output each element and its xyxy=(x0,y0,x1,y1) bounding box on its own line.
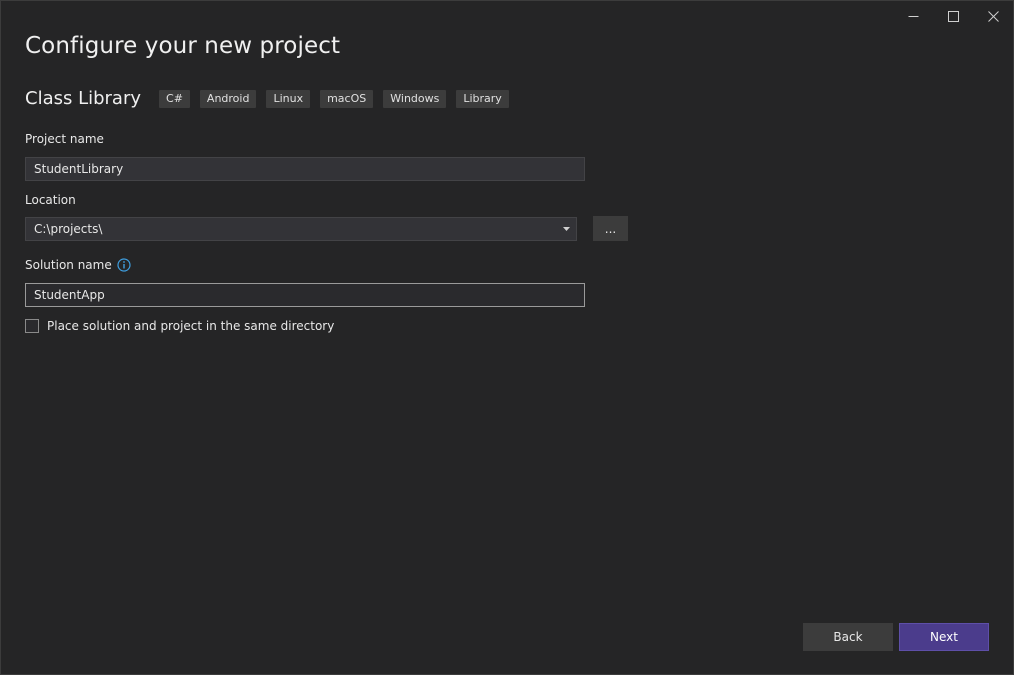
page-title: Configure your new project xyxy=(25,33,341,59)
tag-android: Android xyxy=(199,89,257,108)
same-directory-label[interactable]: Place solution and project in the same d… xyxy=(47,319,334,333)
window-caption-controls xyxy=(893,1,1013,31)
location-value: C:\projects\ xyxy=(34,222,103,236)
same-directory-checkbox[interactable] xyxy=(25,319,39,333)
next-button[interactable]: Next xyxy=(899,623,989,651)
chevron-down-icon xyxy=(558,227,574,231)
info-icon[interactable] xyxy=(117,257,131,272)
solution-name-label: Solution name xyxy=(25,258,112,272)
tag-library: Library xyxy=(456,89,509,108)
same-directory-option: Place solution and project in the same d… xyxy=(25,319,334,333)
tag-macos: macOS xyxy=(320,89,374,108)
location-dropdown[interactable]: C:\projects\ xyxy=(25,217,577,241)
location-label: Location xyxy=(25,193,76,207)
solution-name-input[interactable] xyxy=(25,283,585,307)
maximize-icon xyxy=(947,10,959,22)
minimize-button[interactable] xyxy=(893,1,933,31)
tag-csharp: C# xyxy=(159,89,190,108)
close-button[interactable] xyxy=(973,1,1013,31)
solution-name-label-group: Solution name xyxy=(25,257,131,273)
template-info: Class Library C# Android Linux macOS Win… xyxy=(25,88,519,109)
back-button[interactable]: Back xyxy=(803,623,893,651)
project-name-label: Project name xyxy=(25,132,104,146)
tag-windows: Windows xyxy=(383,89,447,108)
project-name-input[interactable] xyxy=(25,157,585,181)
maximize-button[interactable] xyxy=(933,1,973,31)
browse-location-button[interactable]: ... xyxy=(593,216,628,241)
minimize-icon xyxy=(908,11,919,22)
configure-project-dialog: Configure your new project Class Library… xyxy=(0,0,1014,675)
close-icon xyxy=(987,10,999,22)
tag-linux: Linux xyxy=(266,89,311,108)
template-name: Class Library xyxy=(25,88,142,109)
